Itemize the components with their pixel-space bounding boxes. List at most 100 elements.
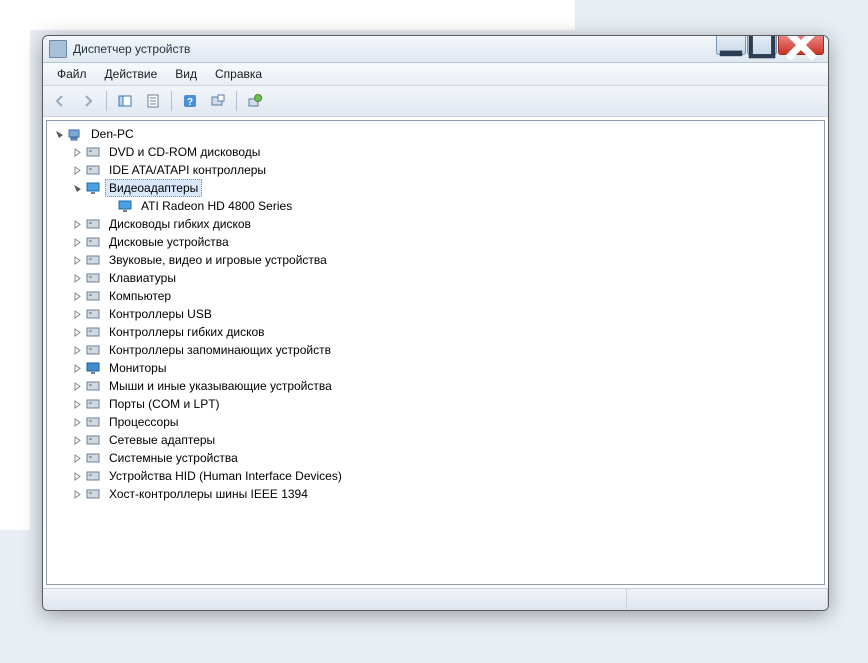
- properties-icon: [145, 93, 161, 109]
- device-icon: [85, 306, 101, 322]
- close-button[interactable]: [778, 35, 824, 55]
- tree-node-label: IDE ATA/ATAPI контроллеры: [105, 161, 270, 179]
- statusbar: [43, 588, 828, 610]
- tree-node-label: Устройства HID (Human Interface Devices): [105, 467, 346, 485]
- tree-node-label: Den-PC: [87, 125, 138, 143]
- expand-arrow-icon[interactable]: [71, 326, 83, 338]
- expand-arrow-icon[interactable]: [71, 308, 83, 320]
- titlebar[interactable]: Диспетчер устройств: [43, 36, 828, 63]
- window-title: Диспетчер устройств: [73, 42, 822, 56]
- device-icon: [85, 162, 101, 178]
- device-icon: [117, 198, 133, 214]
- expand-arrow-icon[interactable]: [71, 236, 83, 248]
- toolbar-help-button[interactable]: ?: [177, 88, 203, 114]
- tree-node[interactable]: DVD и CD-ROM дисководы: [49, 143, 822, 161]
- toolbar-show-hide-button[interactable]: [112, 88, 138, 114]
- device-tree[interactable]: Den-PCDVD и CD-ROM дисководыIDE ATA/ATAP…: [46, 120, 825, 585]
- tree-node[interactable]: Дисковые устройства: [49, 233, 822, 251]
- expand-arrow-icon[interactable]: [71, 290, 83, 302]
- window-buttons: [715, 35, 824, 55]
- toolbar-update-driver-button[interactable]: [242, 88, 268, 114]
- tree-node-label: Хост-контроллеры шины IEEE 1394: [105, 485, 312, 503]
- expand-arrow-icon[interactable]: [71, 398, 83, 410]
- device-icon: [85, 288, 101, 304]
- device-icon: [85, 252, 101, 268]
- toolbar: ?: [43, 86, 828, 117]
- tree-node[interactable]: Дисководы гибких дисков: [49, 215, 822, 233]
- tree-child-node[interactable]: ATI Radeon HD 4800 Series: [49, 197, 822, 215]
- tree-node-label: Процессоры: [105, 413, 183, 431]
- menubar: Файл Действие Вид Справка: [43, 63, 828, 86]
- device-icon: [67, 126, 83, 142]
- expand-arrow-icon[interactable]: [71, 452, 83, 464]
- tree-node[interactable]: Контроллеры USB: [49, 305, 822, 323]
- menu-help[interactable]: Справка: [207, 65, 270, 83]
- toolbar-back-button[interactable]: [47, 88, 73, 114]
- expand-arrow-icon[interactable]: [71, 344, 83, 356]
- update-driver-icon: [247, 93, 263, 109]
- tree-node[interactable]: Клавиатуры: [49, 269, 822, 287]
- menu-file[interactable]: Файл: [49, 65, 95, 83]
- toolbar-forward-button[interactable]: [75, 88, 101, 114]
- expand-arrow-icon[interactable]: [71, 488, 83, 500]
- expand-arrow-icon[interactable]: [71, 164, 83, 176]
- tree-node-label: Звуковые, видео и игровые устройства: [105, 251, 331, 269]
- tree-node[interactable]: Видеоадаптеры: [49, 179, 822, 197]
- tree-node[interactable]: Сетевые адаптеры: [49, 431, 822, 449]
- menu-action[interactable]: Действие: [97, 65, 166, 83]
- toolbar-properties-button[interactable]: [140, 88, 166, 114]
- tree-node-label: Мыши и иные указывающие устройства: [105, 377, 336, 395]
- tree-node-label: Контроллеры USB: [105, 305, 216, 323]
- device-icon: [85, 324, 101, 340]
- tree-node-label: Контроллеры запоминающих устройств: [105, 341, 335, 359]
- expand-arrow-icon[interactable]: [53, 128, 65, 140]
- minimize-button[interactable]: [716, 35, 746, 55]
- toolbar-scan-button[interactable]: [205, 88, 231, 114]
- expand-arrow-icon[interactable]: [71, 470, 83, 482]
- expand-arrow-icon[interactable]: [71, 362, 83, 374]
- app-icon: [49, 40, 67, 58]
- device-icon: [85, 342, 101, 358]
- device-icon: [85, 396, 101, 412]
- tree-node[interactable]: Мониторы: [49, 359, 822, 377]
- background-stripe-top: [0, 0, 575, 30]
- expand-arrow-icon[interactable]: [71, 218, 83, 230]
- device-icon: [85, 180, 101, 196]
- background-stripe-left: [0, 0, 30, 530]
- tree-node[interactable]: Контроллеры гибких дисков: [49, 323, 822, 341]
- device-manager-window: Диспетчер устройств Файл Действие Вид Сп…: [42, 35, 829, 611]
- tree-node[interactable]: Порты (COM и LPT): [49, 395, 822, 413]
- tree-node-label: Контроллеры гибких дисков: [105, 323, 269, 341]
- expand-arrow-icon[interactable]: [71, 416, 83, 428]
- svg-text:?: ?: [187, 97, 193, 108]
- expand-arrow-icon[interactable]: [71, 434, 83, 446]
- maximize-button[interactable]: [747, 35, 777, 55]
- tree-node-label: Системные устройства: [105, 449, 242, 467]
- tree-node[interactable]: Процессоры: [49, 413, 822, 431]
- device-icon: [85, 216, 101, 232]
- tree-node[interactable]: Контроллеры запоминающих устройств: [49, 341, 822, 359]
- toolbar-separator: [171, 91, 172, 111]
- tree-node[interactable]: Звуковые, видео и игровые устройства: [49, 251, 822, 269]
- device-icon: [85, 468, 101, 484]
- tree-node[interactable]: Мыши и иные указывающие устройства: [49, 377, 822, 395]
- tree-root-node[interactable]: Den-PC: [49, 125, 822, 143]
- expand-arrow-icon[interactable]: [71, 380, 83, 392]
- tree-node-label: Дисководы гибких дисков: [105, 215, 255, 233]
- tree-node[interactable]: IDE ATA/ATAPI контроллеры: [49, 161, 822, 179]
- tree-node[interactable]: Компьютер: [49, 287, 822, 305]
- menu-view[interactable]: Вид: [167, 65, 205, 83]
- device-icon: [85, 270, 101, 286]
- tree-node-label: Мониторы: [105, 359, 170, 377]
- expand-arrow-icon[interactable]: [71, 146, 83, 158]
- expand-arrow-icon[interactable]: [71, 254, 83, 266]
- maximize-icon: [748, 35, 776, 59]
- tree-node[interactable]: Устройства HID (Human Interface Devices): [49, 467, 822, 485]
- tree-node[interactable]: Хост-контроллеры шины IEEE 1394: [49, 485, 822, 503]
- status-cell: [627, 589, 828, 610]
- tree-node-label: Порты (COM и LPT): [105, 395, 224, 413]
- device-icon: [85, 486, 101, 502]
- expand-arrow-icon[interactable]: [71, 182, 83, 194]
- expand-arrow-icon[interactable]: [71, 272, 83, 284]
- tree-node[interactable]: Системные устройства: [49, 449, 822, 467]
